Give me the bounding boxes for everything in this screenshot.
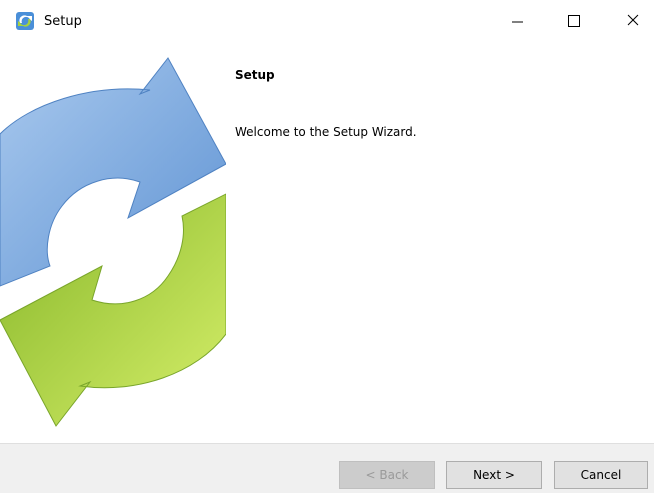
close-button[interactable] bbox=[610, 0, 654, 44]
setup-icon bbox=[15, 11, 35, 31]
minimize-icon bbox=[512, 21, 523, 23]
side-graphic bbox=[0, 44, 226, 442]
refresh-arrows-icon bbox=[0, 57, 226, 427]
button-bar: < Back Next > Cancel bbox=[0, 443, 654, 493]
cancel-button[interactable]: Cancel bbox=[554, 461, 648, 489]
window-title: Setup bbox=[44, 14, 82, 29]
maximize-icon bbox=[568, 15, 580, 27]
welcome-text: Welcome to the Setup Wizard. bbox=[235, 125, 417, 139]
title-bar: Setup bbox=[0, 0, 654, 44]
back-button[interactable]: < Back bbox=[339, 461, 435, 489]
page-title: Setup bbox=[235, 68, 275, 82]
minimize-button[interactable] bbox=[494, 0, 540, 44]
maximize-button[interactable] bbox=[550, 0, 596, 44]
close-icon bbox=[627, 14, 639, 26]
next-button[interactable]: Next > bbox=[446, 461, 542, 489]
